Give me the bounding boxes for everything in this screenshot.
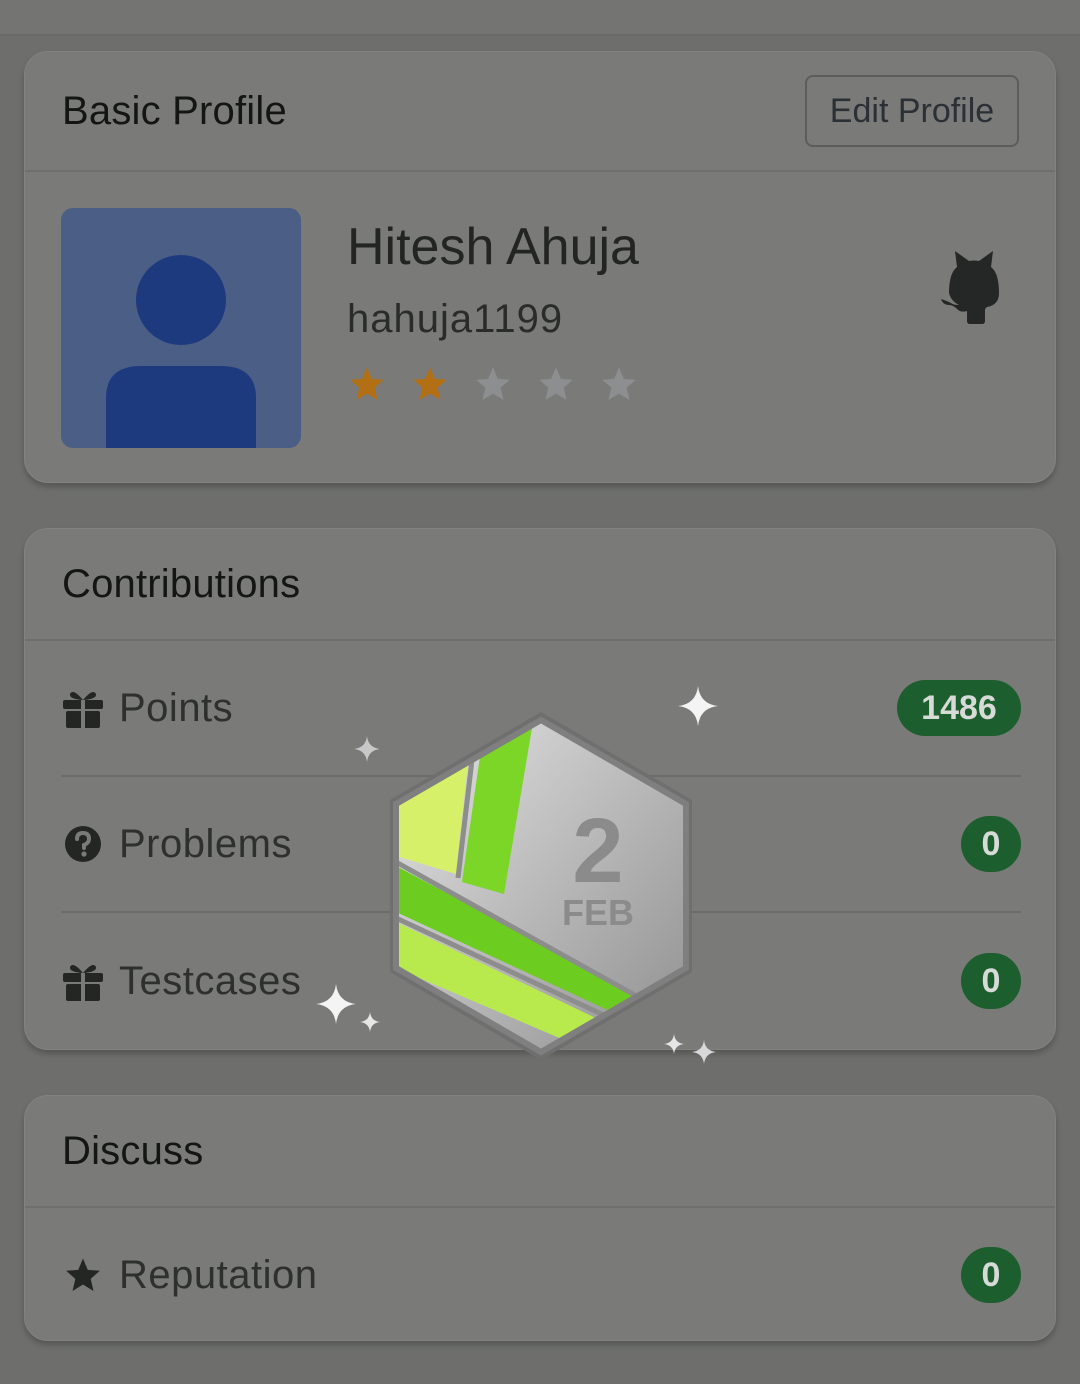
monthly-badge-medal[interactable]: 2 FEB — [378, 706, 704, 1066]
testcases-label: Testcases — [119, 958, 302, 1003]
reputation-label: Reputation — [119, 1252, 318, 1297]
problems-badge: 0 — [961, 816, 1021, 872]
gift-icon — [63, 965, 103, 1001]
top-bar — [0, 0, 1080, 36]
badge-month: FEB — [562, 892, 634, 933]
sparkle-icon — [678, 686, 718, 726]
profile-name: Hitesh Ahuja — [347, 218, 639, 276]
points-label: Points — [119, 685, 234, 730]
avatar — [61, 208, 301, 448]
star-empty-icon — [602, 367, 636, 400]
sparkle-icon — [360, 1012, 380, 1032]
star-filled-icon — [413, 367, 447, 400]
rating-stars — [347, 364, 639, 404]
contributions-header: Contributions — [25, 529, 1055, 641]
star-icon — [66, 1258, 100, 1291]
star-filled-icon — [350, 367, 384, 400]
star-empty-icon — [476, 367, 510, 400]
reputation-badge: 0 — [961, 1247, 1021, 1303]
problems-label: Problems — [119, 821, 292, 866]
discuss-card: Discuss Reputation 0 — [24, 1095, 1056, 1341]
discuss-header: Discuss — [25, 1096, 1055, 1208]
basic-profile-title: Basic Profile — [62, 88, 287, 133]
contributions-title: Contributions — [62, 561, 301, 606]
basic-profile-header: Basic Profile Edit Profile — [25, 52, 1055, 172]
sparkle-icon — [692, 1040, 716, 1064]
sparkle-icon — [664, 1034, 684, 1054]
star-empty-icon — [539, 367, 573, 400]
github-icon[interactable] — [939, 249, 1009, 325]
gift-icon — [63, 692, 103, 728]
sparkle-icon — [354, 736, 380, 762]
discuss-title: Discuss — [62, 1128, 204, 1173]
reputation-row[interactable]: Reputation 0 — [61, 1208, 1021, 1342]
points-badge: 1486 — [897, 680, 1021, 736]
profile-username: hahuja1199 — [347, 297, 564, 341]
sparkle-icon — [316, 984, 356, 1024]
testcases-badge: 0 — [961, 953, 1021, 1009]
edit-profile-button[interactable]: Edit Profile — [805, 75, 1019, 147]
basic-profile-card: Basic Profile Edit Profile Hitesh Ahuja … — [24, 51, 1056, 483]
badge-day: 2 — [572, 800, 623, 902]
person-icon — [106, 255, 256, 448]
question-circle-icon — [65, 826, 101, 862]
